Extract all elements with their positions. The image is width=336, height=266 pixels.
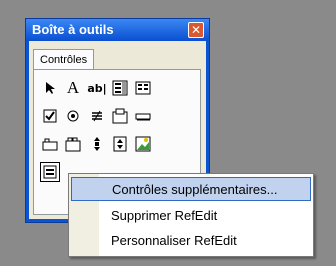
frame-icon xyxy=(112,108,128,124)
image-icon xyxy=(135,136,151,152)
combobox-tool[interactable] xyxy=(110,78,130,98)
command-button-tool[interactable] xyxy=(133,106,153,126)
checkbox-tool[interactable] xyxy=(40,106,60,126)
tabstrip-tool[interactable] xyxy=(40,134,60,154)
label-glyph: A xyxy=(66,78,80,97)
tab-controles[interactable]: Contrôles xyxy=(33,49,95,70)
checkbox-icon xyxy=(43,109,57,123)
pointer-tool[interactable] xyxy=(40,78,60,98)
listbox-tool[interactable] xyxy=(133,78,153,98)
spin-tool[interactable] xyxy=(110,134,130,154)
image-tool[interactable] xyxy=(133,134,153,154)
toggle-icon xyxy=(92,110,102,122)
menu-item-supprimer-refedit[interactable]: Supprimer RefEdit xyxy=(71,204,311,228)
toggle-tool[interactable] xyxy=(87,106,107,126)
close-icon: ✕ xyxy=(190,23,202,37)
titlebar[interactable]: Boîte à outils ✕ xyxy=(26,19,209,41)
radio-icon xyxy=(67,110,79,122)
menu-item-label: Personnaliser RefEdit xyxy=(111,233,237,248)
refedit-icon xyxy=(43,165,57,179)
refedit-tool[interactable] xyxy=(40,162,60,182)
frame-tool[interactable] xyxy=(110,106,130,126)
option-tool[interactable] xyxy=(63,106,83,126)
multipage-tool[interactable] xyxy=(63,134,83,154)
label-tool[interactable]: A xyxy=(63,78,83,98)
menu-item-label: Contrôles supplémentaires... xyxy=(112,182,278,197)
textbox-glyph: ab| xyxy=(87,81,107,95)
textbox-tool[interactable]: ab| xyxy=(87,78,107,98)
tabstrip-icon xyxy=(42,138,58,151)
spin-icon xyxy=(113,136,127,152)
context-menu: Contrôles supplémentaires... Supprimer R… xyxy=(68,173,314,257)
arrow-icon xyxy=(46,82,55,94)
menu-item-controles-supplementaires[interactable]: Contrôles supplémentaires... xyxy=(71,177,311,201)
multipage-icon xyxy=(65,137,81,152)
window-title: Boîte à outils xyxy=(32,22,114,37)
close-button[interactable]: ✕ xyxy=(188,22,204,38)
menu-item-personnaliser-refedit[interactable]: Personnaliser RefEdit xyxy=(71,229,311,253)
listbox-icon xyxy=(135,81,151,95)
menu-item-label: Supprimer RefEdit xyxy=(111,208,218,223)
command-button-icon xyxy=(135,113,151,121)
scrollbar-icon xyxy=(94,137,100,151)
scrollbar-tool[interactable] xyxy=(87,134,107,154)
combobox-icon xyxy=(112,80,128,96)
